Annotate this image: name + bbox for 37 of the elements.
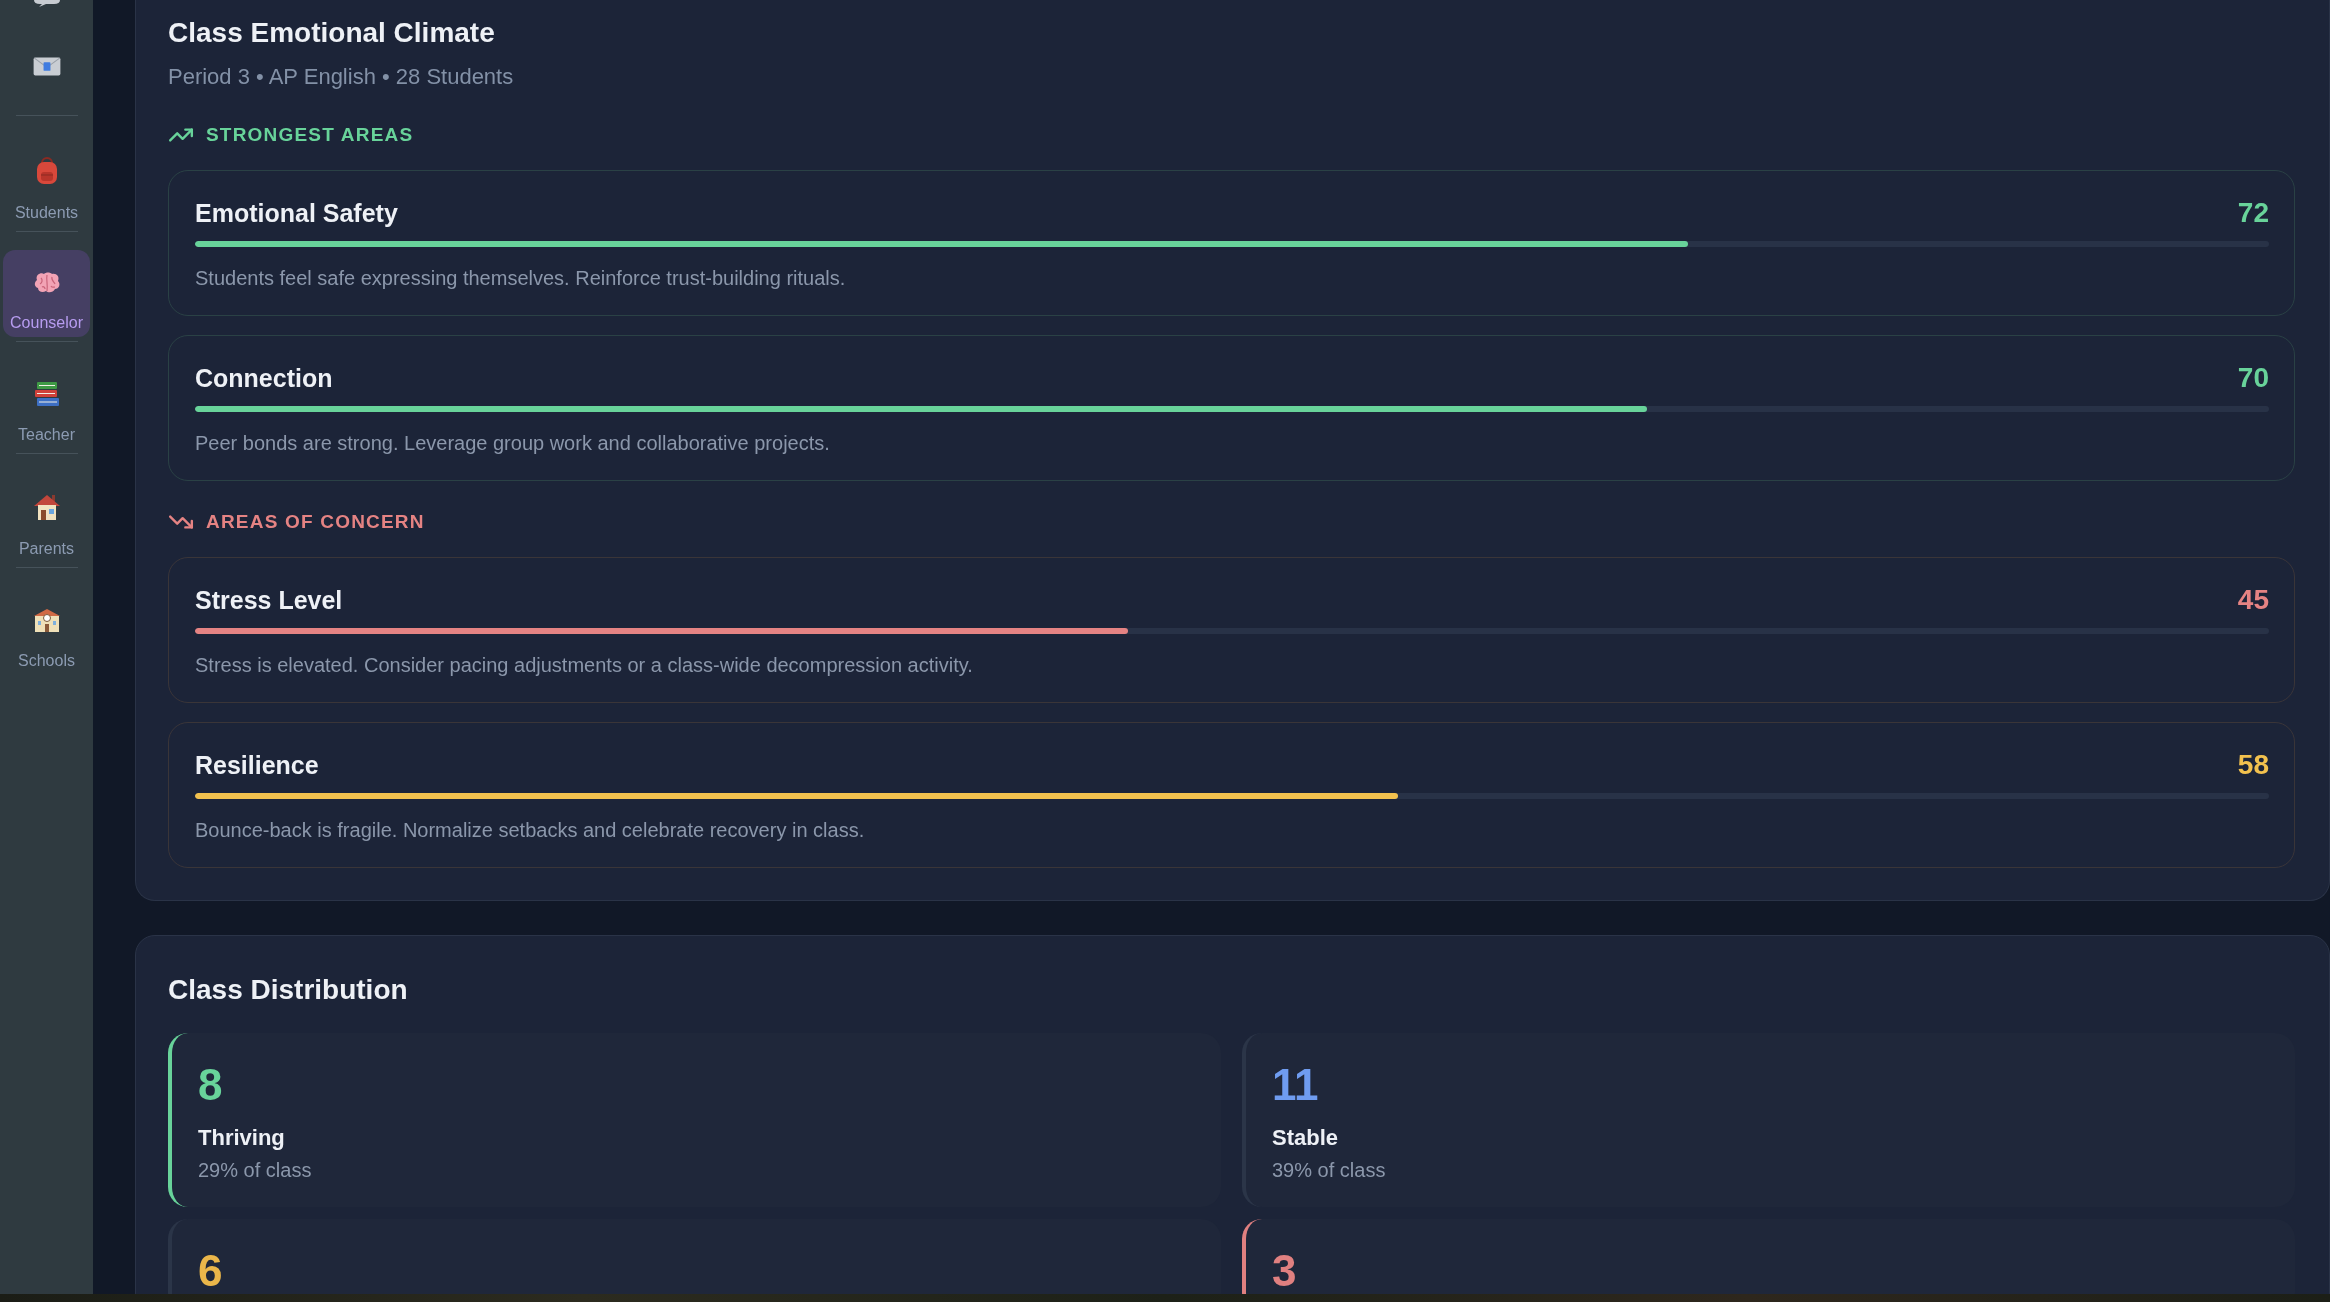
panel-title: Class Distribution bbox=[168, 973, 409, 1007]
sidebar-item[interactable]: Parents bbox=[3, 472, 90, 563]
metric-score: 70 bbox=[2237, 363, 2269, 394]
section-heading: STRONGEST AREAS bbox=[206, 123, 414, 148]
school-building-icon bbox=[33, 608, 60, 632]
metric-description: Peer bonds are strong. Leverage group work and collaborative projects. bbox=[195, 431, 831, 457]
sidebar-item[interactable]: Schools bbox=[3, 586, 90, 675]
metric-description: Students feel safe expressing themselves. Reinforce trust-building rituals. bbox=[195, 266, 847, 292]
group-count: 11 bbox=[1272, 1066, 1320, 1102]
backpack-icon bbox=[34, 156, 59, 184]
group-count: 6 bbox=[198, 1252, 224, 1288]
speech-bubble-icon[interactable] bbox=[33, 0, 60, 7]
books-icon bbox=[33, 382, 60, 406]
group-count: 8 bbox=[198, 1066, 224, 1102]
metric-name: Connection bbox=[195, 363, 333, 394]
metric-score: 58 bbox=[2237, 750, 2269, 781]
panel-subtitle: Period 3 • AP English • 28 Students bbox=[168, 62, 515, 91]
group-share: 29% of class bbox=[198, 1157, 313, 1183]
section-heading: AREAS OF CONCERN bbox=[206, 510, 425, 535]
metric-name: Emotional Safety bbox=[195, 198, 398, 229]
group-share: 39% of class bbox=[1272, 1157, 1387, 1183]
envelope-icon bbox=[32, 57, 61, 76]
group-label: Thriving bbox=[198, 1123, 286, 1152]
metric-description: Bounce-back is fragile. Normalize setbacks and celebrate recovery in class. bbox=[195, 818, 866, 844]
sidebar-item[interactable]: Counselor bbox=[3, 250, 90, 337]
group-label: Stable bbox=[1272, 1123, 1340, 1152]
brain-icon bbox=[32, 272, 61, 294]
metric-name: Stress Level bbox=[195, 585, 343, 616]
sidebar-item[interactable]: Students bbox=[3, 134, 90, 227]
house-icon bbox=[33, 494, 60, 520]
metric-score: 72 bbox=[2237, 198, 2269, 229]
sidebar-item[interactable]: Teacher bbox=[3, 360, 90, 449]
metric-score: 45 bbox=[2237, 585, 2269, 616]
metric-description: Stress is elevated. Consider pacing adjustments or a class-wide decompression activity. bbox=[195, 653, 974, 679]
metric-name: Resilience bbox=[195, 750, 319, 781]
panel-title: Class Emotional Climate bbox=[168, 16, 496, 50]
group-count: 3 bbox=[1272, 1252, 1298, 1288]
